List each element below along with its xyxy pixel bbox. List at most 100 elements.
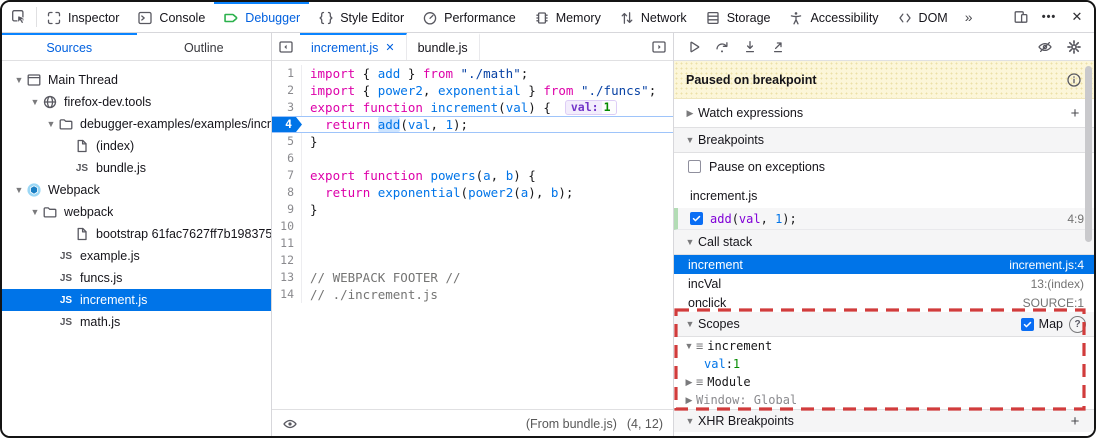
twisty-open-icon[interactable]: ▼ [682, 237, 698, 247]
step-over-button[interactable] [708, 35, 736, 59]
twisty-closed-icon[interactable]: ▶ [682, 108, 698, 119]
debugger-settings-button[interactable] [1060, 35, 1088, 59]
tree-item-webpack[interactable]: ▼webpack [2, 201, 271, 223]
tool-tab-accessibility[interactable]: Accessibility [779, 2, 887, 32]
line-number-9[interactable]: 9 [272, 201, 302, 218]
twisty-open-icon[interactable]: ▼ [44, 119, 58, 129]
code-line-content[interactable] [302, 235, 673, 252]
editor-tab-increment[interactable]: increment.js ✕ [300, 33, 407, 60]
tool-tab-storage[interactable]: Storage [696, 2, 780, 32]
code-line-content[interactable]: export function powers(a, b) { [302, 167, 673, 184]
line-number-2[interactable]: 2 [272, 82, 302, 99]
step-in-button[interactable] [736, 35, 764, 59]
code-line-content[interactable] [302, 150, 673, 167]
scope-row[interactable]: ▼≡increment [674, 337, 1094, 355]
tool-tab-memory[interactable]: Memory [525, 2, 610, 32]
responsive-mode-button[interactable] [1008, 4, 1034, 30]
breakpoint-checkbox[interactable] [690, 212, 703, 225]
line-number-6[interactable]: 6 [272, 150, 302, 167]
tree-item-main-thread[interactable]: ▼Main Thread [2, 69, 271, 91]
tab-outline[interactable]: Outline [137, 33, 272, 60]
xhr-breakpoints-header[interactable]: ▼ XHR Breakpoints + [674, 409, 1094, 432]
pause-on-exceptions-row[interactable]: Pause on exceptions [674, 153, 1094, 180]
tool-tab-inspector[interactable]: Inspector [37, 2, 128, 32]
line-number-5[interactable]: 5 [272, 133, 302, 150]
scope-row[interactable]: val: 1 [674, 355, 1094, 373]
expand-panel-button[interactable] [645, 33, 673, 60]
scope-row[interactable]: ▶Window: Global [674, 391, 1094, 409]
twisty-open-icon[interactable]: ▼ [682, 341, 696, 351]
step-out-button[interactable] [764, 35, 792, 59]
tool-overflow-chevron[interactable]: » [957, 2, 981, 32]
tree-item-firefox-dev-tools[interactable]: ▼firefox-dev.tools [2, 91, 271, 113]
editor-tab-bundle[interactable]: bundle.js [407, 33, 480, 60]
code-line-content[interactable]: } [302, 133, 673, 150]
tool-tab-network[interactable]: Network [610, 2, 696, 32]
code-line-content[interactable]: // WEBPACK FOOTER // [302, 269, 673, 286]
tree-item-increment-js[interactable]: JSincrement.js [2, 289, 271, 311]
tool-tab-debugger[interactable]: Debugger [214, 2, 309, 32]
info-icon[interactable] [1066, 72, 1082, 88]
twisty-open-icon[interactable]: ▼ [682, 319, 698, 329]
code-line-content[interactable]: } [302, 201, 673, 218]
node-picker-button[interactable] [2, 2, 36, 32]
collapse-sources-button[interactable] [272, 33, 300, 60]
callstack-frame-increment[interactable]: incrementincrement.js:4 [674, 255, 1094, 274]
code-line-content[interactable]: return exponential(power2(a), b); [302, 184, 673, 201]
line-number-11[interactable]: 11 [272, 235, 302, 252]
twisty-open-icon[interactable]: ▼ [28, 97, 42, 107]
tab-sources[interactable]: Sources [2, 33, 137, 60]
tree-item-webpack[interactable]: ▼Webpack [2, 179, 271, 201]
line-number-13[interactable]: 13 [272, 269, 302, 286]
add-watch-button[interactable]: + [1064, 105, 1086, 122]
code-line-content[interactable]: import { add } from "./math"; [302, 65, 673, 82]
tool-tab-performance[interactable]: Performance [413, 2, 525, 32]
breakpoint-source-heading[interactable]: increment.js [674, 184, 1094, 208]
breakpoints-header[interactable]: ▼ Breakpoints [674, 128, 1094, 153]
watch-expressions-header[interactable]: ▶ Watch expressions + [674, 99, 1094, 128]
close-tab-icon[interactable]: ✕ [385, 41, 394, 54]
tree-item-debugger-examples-examples-increm[interactable]: ▼debugger-examples/examples/increm [2, 113, 271, 135]
line-number-10[interactable]: 10 [272, 218, 302, 235]
line-number-14[interactable]: 14 [272, 286, 302, 303]
tool-tab-style-editor[interactable]: Style Editor [309, 2, 413, 32]
tool-tab-dom[interactable]: DOM [888, 2, 957, 32]
line-number-4[interactable]: 4 [272, 117, 302, 132]
line-number-12[interactable]: 12 [272, 252, 302, 269]
code-line-content[interactable]: return add(val, 1); [302, 117, 673, 132]
code-line-content[interactable]: export function increment(val) {val:1 [302, 99, 673, 116]
tree-item-math-js[interactable]: JSmath.js [2, 311, 271, 333]
callstack-frame-onclick[interactable]: onclickSOURCE:1 [674, 293, 1094, 312]
resume-button[interactable] [680, 35, 708, 59]
panel-scrollbar-thumb[interactable] [1085, 66, 1092, 242]
tree-item--index-[interactable]: (index) [2, 135, 271, 157]
tool-tab-console[interactable]: Console [128, 2, 214, 32]
help-icon[interactable]: ? [1069, 316, 1086, 333]
tree-item-example-js[interactable]: JSexample.js [2, 245, 271, 267]
scopes-header[interactable]: ▼ Scopes Map ? [674, 312, 1094, 337]
ignore-breakpoints-button[interactable] [1031, 35, 1059, 59]
callstack-frame-incVal[interactable]: incVal13:(index) [674, 274, 1094, 293]
close-devtools-button[interactable]: ✕ [1064, 4, 1090, 30]
code-line-content[interactable] [302, 218, 673, 235]
twisty-open-icon[interactable]: ▼ [682, 416, 698, 426]
tree-item-funcs-js[interactable]: JSfuncs.js [2, 267, 271, 289]
callstack-header[interactable]: ▼ Call stack [674, 230, 1094, 255]
code-line-content[interactable]: // ./increment.js [302, 286, 673, 303]
code-line-content[interactable]: import { power2, exponential } from "./f… [302, 82, 673, 99]
twisty-open-icon[interactable]: ▼ [12, 185, 26, 195]
scope-row[interactable]: ▶≡Module [674, 373, 1094, 391]
breakpoint-entry[interactable]: add(val, 1); 4:9 [674, 208, 1094, 230]
line-number-3[interactable]: 3 [272, 99, 302, 116]
code-line-content[interactable] [302, 252, 673, 269]
twisty-closed-icon[interactable]: ▶ [682, 377, 696, 388]
tree-item-bootstrap-61fac7627ff7b1983757[interactable]: bootstrap 61fac7627ff7b1983757 [2, 223, 271, 245]
add-xhr-breakpoint-button[interactable]: + [1064, 413, 1086, 430]
twisty-open-icon[interactable]: ▼ [682, 135, 698, 145]
twisty-closed-icon[interactable]: ▶ [682, 395, 696, 406]
tree-item-bundle-js[interactable]: JSbundle.js [2, 157, 271, 179]
twisty-open-icon[interactable]: ▼ [28, 207, 42, 217]
preview-eye-icon[interactable] [282, 416, 298, 432]
twisty-open-icon[interactable]: ▼ [12, 75, 26, 85]
line-number-1[interactable]: 1 [272, 65, 302, 82]
